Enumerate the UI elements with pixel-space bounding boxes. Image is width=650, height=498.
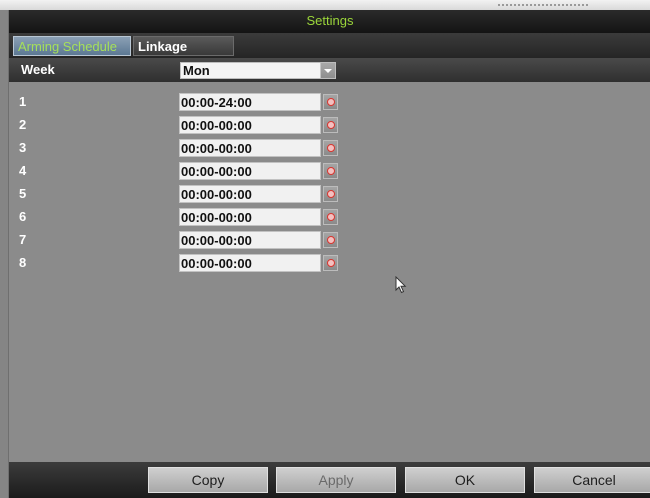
week-row: Week Mon — [9, 58, 650, 82]
copy-button[interactable]: Copy — [148, 467, 268, 493]
ok-button[interactable]: OK — [405, 467, 525, 493]
apply-button[interactable]: Apply — [276, 467, 396, 493]
time-range-text: 00:00-00:00 — [181, 233, 252, 248]
time-range-text: 00:00-00:00 — [181, 164, 252, 179]
schedule-row: 3 00:00-00:00 — [9, 138, 650, 158]
clock-icon[interactable] — [323, 163, 338, 179]
clock-icon[interactable] — [323, 255, 338, 271]
time-range-field[interactable]: 00:00-00:00 — [179, 231, 321, 249]
clock-icon[interactable] — [323, 117, 338, 133]
schedule-row: 5 00:00-00:00 — [9, 184, 650, 204]
cancel-button[interactable]: Cancel — [534, 467, 650, 493]
time-range-field[interactable]: 00:00-00:00 — [179, 254, 321, 272]
time-range-field[interactable]: 00:00-00:00 — [179, 185, 321, 203]
clock-icon[interactable] — [323, 209, 338, 225]
top-strip — [0, 0, 650, 10]
clock-icon[interactable] — [323, 94, 338, 110]
row-number: 4 — [19, 163, 27, 178]
chevron-down-icon[interactable] — [320, 63, 335, 78]
week-select[interactable]: Mon — [180, 62, 336, 79]
time-range-text: 00:00-00:00 — [181, 210, 252, 225]
week-select-value: Mon — [183, 63, 210, 78]
week-label: Week — [21, 62, 55, 77]
time-range-field[interactable]: 00:00-00:00 — [179, 139, 321, 157]
clock-icon[interactable] — [323, 140, 338, 156]
button-bar: Copy Apply OK Cancel — [9, 462, 650, 498]
settings-dialog: Settings Arming Schedule Linkage Action … — [8, 10, 650, 498]
clock-icon[interactable] — [323, 186, 338, 202]
schedule-row: 7 00:00-00:00 — [9, 230, 650, 250]
row-number: 1 — [19, 94, 27, 109]
time-range-text: 00:00-00:00 — [181, 141, 252, 156]
time-range-field[interactable]: 00:00-00:00 — [179, 208, 321, 226]
schedule-row: 8 00:00-00:00 — [9, 253, 650, 273]
time-range-field[interactable]: 00:00-00:00 — [179, 116, 321, 134]
background-time-ghost — [498, 0, 588, 6]
schedule-row: 2 00:00-00:00 — [9, 115, 650, 135]
time-range-text: 00:00-00:00 — [181, 187, 252, 202]
clock-icon[interactable] — [323, 232, 338, 248]
row-number: 5 — [19, 186, 27, 201]
time-range-field[interactable]: 00:00-00:00 — [179, 162, 321, 180]
schedule-row: 6 00:00-00:00 — [9, 207, 650, 227]
time-range-field[interactable]: 00:00-24:00 — [179, 93, 321, 111]
row-number: 7 — [19, 232, 27, 247]
time-range-text: 00:00-24:00 — [181, 95, 252, 110]
row-number: 8 — [19, 255, 27, 270]
time-range-text: 00:00-00:00 — [181, 256, 252, 271]
schedule-row: 4 00:00-00:00 — [9, 161, 650, 181]
row-number: 6 — [19, 209, 27, 224]
time-range-text: 00:00-00:00 — [181, 118, 252, 133]
row-number: 3 — [19, 140, 27, 155]
tab-linkage-action[interactable]: Linkage Action — [133, 36, 234, 74]
row-number: 2 — [19, 117, 27, 132]
schedule-row: 1 00:00-24:00 — [9, 92, 650, 112]
tab-arming-schedule[interactable]: Arming Schedule — [13, 36, 131, 56]
dialog-title: Settings — [9, 10, 650, 33]
